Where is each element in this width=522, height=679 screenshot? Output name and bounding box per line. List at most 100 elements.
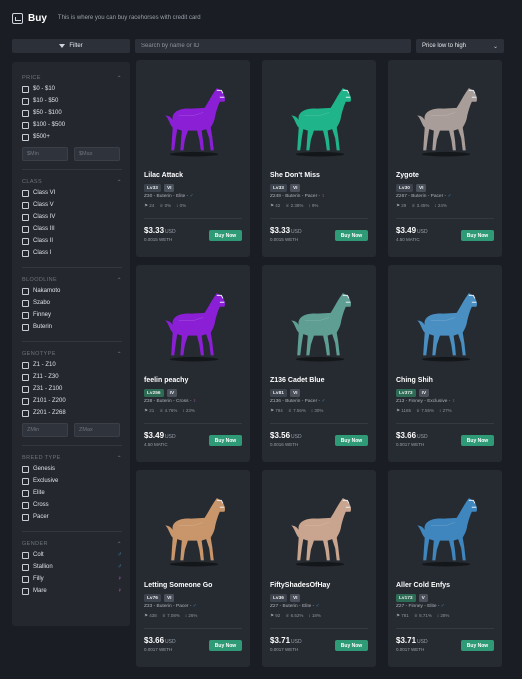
filter-option[interactable]: Mare ♀: [22, 585, 122, 597]
cart-icon: [12, 12, 23, 24]
section-header-bloodline[interactable]: BLOODLINE ⌃: [22, 275, 122, 285]
filter-option[interactable]: Colt ♂: [22, 549, 122, 561]
filter-option[interactable]: Cross: [22, 499, 122, 511]
checkbox[interactable]: [22, 97, 29, 105]
filter-option[interactable]: Filly ♀: [22, 573, 122, 585]
buy-now-button[interactable]: Buy Now: [335, 230, 368, 241]
buy-now-button[interactable]: Buy Now: [209, 230, 242, 241]
horse-info: Z267 - Buterin - Pacer - ♂: [396, 194, 451, 199]
checkbox[interactable]: [22, 311, 29, 319]
checkbox[interactable]: [22, 121, 29, 129]
horse-card[interactable]: Z136 Cadet Blue Lv81 VI Z136 - Buterin - Pa…: [262, 265, 376, 462]
filter-option[interactable]: $500+: [22, 131, 122, 143]
filter-option[interactable]: Buterin: [22, 321, 122, 333]
filter-option[interactable]: Class V: [22, 199, 122, 211]
filter-option[interactable]: Nakamoto: [22, 285, 122, 297]
filter-option[interactable]: Stallion ♂: [22, 561, 122, 573]
checkbox[interactable]: [22, 361, 29, 369]
checkbox[interactable]: [22, 477, 29, 485]
checkbox[interactable]: [22, 189, 29, 197]
checkbox[interactable]: [22, 551, 29, 559]
section-header-gender[interactable]: GENDER ⌃: [22, 539, 122, 549]
filter-option[interactable]: $0 - $10: [22, 83, 122, 95]
horse-card[interactable]: feelin peachy Lv256 IV Z38 - Buterin - Cros…: [136, 265, 250, 462]
filter-option[interactable]: Class III: [22, 223, 122, 235]
checkbox[interactable]: [22, 237, 29, 245]
filter-option[interactable]: Z11 - Z30: [22, 371, 122, 383]
filter-option[interactable]: Pacer: [22, 511, 122, 523]
level-badge: Lv33: [144, 184, 161, 192]
section-header-class[interactable]: CLASS ⌃: [22, 177, 122, 187]
filter-option[interactable]: $50 - $100: [22, 107, 122, 119]
filter-option[interactable]: Z201 - Z268: [22, 407, 122, 419]
horse-card[interactable]: Zygote Lv30 VI Z267 - Buterin - Pacer - ♂ ⚑ …: [388, 60, 502, 257]
horse-card[interactable]: Ching Shih Lv373 IV Z13 - Finney - Exclusiv…: [388, 265, 502, 462]
horse-image: [417, 498, 478, 567]
section-header-genotype[interactable]: GENOTYPE ⌃: [22, 349, 122, 359]
checkbox[interactable]: [22, 489, 29, 497]
price: $3.56USD: [270, 431, 302, 440]
genotype-max-input[interactable]: [74, 423, 120, 437]
checkbox[interactable]: [22, 323, 29, 331]
horse-card[interactable]: Aller Cold Enfys Lv173 V Z27 - Finney - Eli…: [388, 470, 502, 667]
checkbox[interactable]: [22, 201, 29, 209]
checkbox[interactable]: [22, 385, 29, 393]
horse-card[interactable]: FiftyShadesOfHay Lv36 VI Z27 - Buterin - El…: [262, 470, 376, 667]
checkbox[interactable]: [22, 109, 29, 117]
buy-now-button[interactable]: Buy Now: [461, 640, 494, 651]
filter-button[interactable]: Filter: [12, 39, 130, 53]
checkbox[interactable]: [22, 587, 29, 595]
genotype-min-input[interactable]: [22, 423, 68, 437]
section-header-breed-type[interactable]: BREED TYPE ⌃: [22, 453, 122, 463]
filter-option[interactable]: Class IV: [22, 211, 122, 223]
horse-info-text: Z27 - Finney - Elite -: [396, 604, 440, 609]
sort-select[interactable]: Price low to high ⌄: [416, 39, 504, 53]
checkbox[interactable]: [22, 465, 29, 473]
checkbox[interactable]: [22, 373, 29, 381]
buy-now-button[interactable]: Buy Now: [335, 435, 368, 446]
checkbox[interactable]: [22, 299, 29, 307]
crypto-price: 0.0017 WETH: [270, 647, 299, 652]
filter-option[interactable]: Class II: [22, 235, 122, 247]
checkbox[interactable]: [22, 575, 29, 583]
checkbox[interactable]: [22, 287, 29, 295]
checkbox[interactable]: [22, 397, 29, 405]
horse-card[interactable]: Letting Someone Go Lv76 VI Z33 - Buterin - …: [136, 470, 250, 667]
buy-now-button[interactable]: Buy Now: [461, 435, 494, 446]
checkbox[interactable]: [22, 563, 29, 571]
checkbox[interactable]: [22, 249, 29, 257]
price-max-input[interactable]: [74, 147, 120, 161]
section-header-price[interactable]: PRICE ⌃: [22, 73, 122, 83]
filter-option[interactable]: Class VI: [22, 187, 122, 199]
filter-option[interactable]: Genesis: [22, 463, 122, 475]
checkbox[interactable]: [22, 85, 29, 93]
option-label: Filly: [33, 576, 44, 582]
horse-card[interactable]: She Don't Miss Lv33 VI Z249 - Buterin - Pac…: [262, 60, 376, 257]
search-input[interactable]: [135, 39, 411, 53]
buy-now-button[interactable]: Buy Now: [335, 640, 368, 651]
buy-now-button[interactable]: Buy Now: [461, 230, 494, 241]
checkbox[interactable]: [22, 133, 29, 141]
horse-card[interactable]: Lilac Attack Lv33 VI Z30 - Buterin - Elite …: [136, 60, 250, 257]
filter-option[interactable]: Exclusive: [22, 475, 122, 487]
checkbox[interactable]: [22, 501, 29, 509]
price: $3.66USD: [144, 636, 176, 645]
checkbox[interactable]: [22, 513, 29, 521]
horse-stats: ⚑ 794 ♕ 7.56% ↕ 30%: [270, 408, 323, 414]
filter-option[interactable]: Szabo: [22, 297, 122, 309]
filter-option[interactable]: $10 - $50: [22, 95, 122, 107]
price-min-input[interactable]: [22, 147, 68, 161]
buy-now-button[interactable]: Buy Now: [209, 640, 242, 651]
filter-option[interactable]: Z101 - Z200: [22, 395, 122, 407]
checkbox[interactable]: [22, 225, 29, 233]
checkbox[interactable]: [22, 409, 29, 417]
filter-option[interactable]: Z31 - Z100: [22, 383, 122, 395]
checkbox[interactable]: [22, 213, 29, 221]
buy-now-button[interactable]: Buy Now: [209, 435, 242, 446]
filter-option[interactable]: Class I: [22, 247, 122, 259]
filter-option[interactable]: $100 - $500: [22, 119, 122, 131]
filter-option[interactable]: Z1 - Z10: [22, 359, 122, 371]
filter-option[interactable]: Finney: [22, 309, 122, 321]
filter-option[interactable]: Elite: [22, 487, 122, 499]
horse-name: Ching Shih: [396, 377, 433, 384]
